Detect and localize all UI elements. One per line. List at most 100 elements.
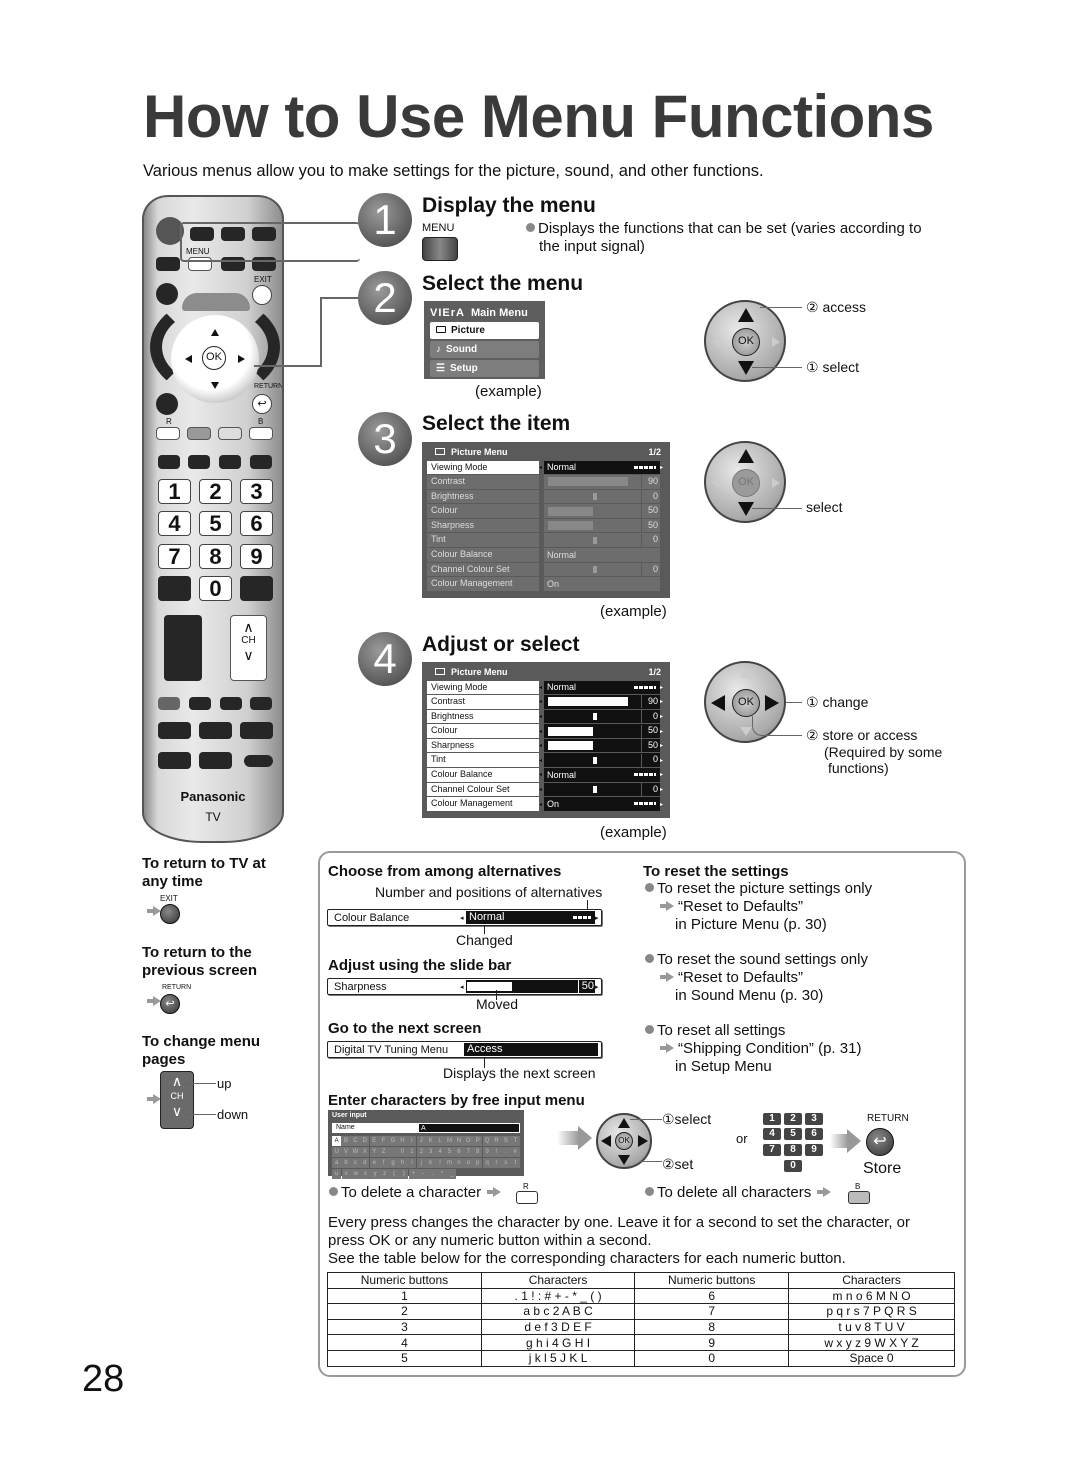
- keyboard-key[interactable]: z: [379, 1169, 390, 1179]
- keyboard-key[interactable]: 7: [463, 1147, 473, 1157]
- picture-menu-row[interactable]: Sharpness 50: [427, 518, 665, 533]
- keyboard-key[interactable]: m: [444, 1158, 455, 1168]
- keyboard-key[interactable]: g: [388, 1158, 398, 1168]
- right-arrow-icon[interactable]: [238, 355, 245, 363]
- keyboard-key[interactable]: #: [510, 1147, 520, 1157]
- left-arrow-icon[interactable]: [185, 355, 192, 363]
- keyboard-key[interactable]: r: [491, 1158, 502, 1168]
- number-key[interactable]: 4: [158, 511, 191, 536]
- keyboard-key[interactable]: q: [482, 1158, 492, 1168]
- keyboard-key[interactable]: 6: [454, 1147, 464, 1157]
- volume-button[interactable]: [164, 615, 202, 681]
- keyboard-key[interactable]: n: [454, 1158, 464, 1168]
- number-key[interactable]: 3: [240, 479, 273, 504]
- number-key[interactable]: 5: [199, 511, 232, 536]
- keyboard-key[interactable]: [388, 1147, 398, 1157]
- keyboard-key[interactable]: P: [473, 1136, 483, 1146]
- keyboard-key[interactable]: s: [501, 1158, 511, 1168]
- keyboard-key[interactable]: +: [408, 1169, 419, 1179]
- remote-button[interactable]: [250, 697, 272, 710]
- keyboard-key[interactable]: M: [444, 1136, 455, 1146]
- remote-button[interactable]: [240, 722, 273, 739]
- keyboard-key[interactable]: -: [418, 1169, 428, 1179]
- keyboard-key[interactable]: l: [435, 1158, 445, 1168]
- remote-dpad[interactable]: OK: [171, 315, 259, 403]
- keyboard-key[interactable]: k: [426, 1158, 436, 1168]
- keyboard-key[interactable]: X: [360, 1147, 370, 1157]
- number-key[interactable]: 8: [199, 544, 232, 569]
- down-arrow-icon[interactable]: [211, 382, 219, 389]
- keyboard-key[interactable]: U: [332, 1147, 342, 1157]
- remote-button[interactable]: [250, 455, 272, 469]
- keyboard-key[interactable]: :: [501, 1147, 511, 1157]
- picture-menu-row[interactable]: Colour ◂ 50 ▸: [427, 724, 665, 739]
- name-field[interactable]: Name A: [332, 1123, 520, 1133]
- keyboard-key[interactable]: W: [350, 1147, 361, 1157]
- picture-menu-row[interactable]: Contrast 90: [427, 475, 665, 490]
- keyboard-key[interactable]: ): [399, 1169, 409, 1179]
- remote-button[interactable]: [220, 697, 242, 710]
- remote-button[interactable]: [199, 752, 232, 769]
- remote-button[interactable]: [240, 576, 273, 601]
- picture-menu-row[interactable]: Colour Management ◂ On ▸: [427, 797, 665, 812]
- keyboard-key[interactable]: 9: [482, 1147, 492, 1157]
- remote-button[interactable]: [189, 697, 211, 710]
- remote-button[interactable]: [219, 455, 241, 469]
- keyboard-key[interactable]: *: [437, 1169, 447, 1179]
- remote-button[interactable]: [158, 752, 191, 769]
- keyboard-key[interactable]: !: [491, 1147, 502, 1157]
- number-key[interactable]: 1: [158, 479, 191, 504]
- remote-button[interactable]: [158, 722, 191, 739]
- keyboard-key[interactable]: x: [360, 1169, 371, 1179]
- keyboard-key[interactable]: d: [360, 1158, 370, 1168]
- keyboard-key[interactable]: _: [446, 1169, 457, 1179]
- keyboard-key[interactable]: 1: [407, 1147, 417, 1157]
- keyboard-key[interactable]: 2: [416, 1147, 426, 1157]
- keyboard-key[interactable]: b: [341, 1158, 351, 1168]
- main-menu-item-setup[interactable]: ☰ Setup: [430, 360, 539, 377]
- keyboard-key[interactable]: E: [369, 1136, 379, 1146]
- keyboard-key[interactable]: 4: [435, 1147, 445, 1157]
- keyboard-key[interactable]: (: [389, 1169, 399, 1179]
- keyboard-key[interactable]: w: [351, 1169, 361, 1179]
- keyboard-key[interactable]: D: [360, 1136, 370, 1146]
- keyboard-key[interactable]: u: [332, 1169, 342, 1179]
- keyboard-key[interactable]: V: [341, 1147, 351, 1157]
- keyboard-key[interactable]: B: [341, 1136, 351, 1146]
- picture-menu-row[interactable]: Viewing Mode ◂ Normal ▸: [427, 680, 665, 695]
- number-key[interactable]: 0: [199, 576, 232, 601]
- keyboard-key[interactable]: 8: [473, 1147, 483, 1157]
- keyboard-key[interactable]: i: [407, 1158, 417, 1168]
- keyboard-key[interactable]: .: [427, 1169, 438, 1179]
- up-arrow-icon[interactable]: [211, 329, 219, 336]
- keyboard-key[interactable]: J: [416, 1136, 426, 1146]
- keyboard-key[interactable]: H: [397, 1136, 408, 1146]
- keyboard-key[interactable]: 5: [444, 1147, 455, 1157]
- keyboard-key[interactable]: A: [332, 1136, 342, 1146]
- yellow-button[interactable]: [218, 427, 242, 440]
- keyboard-key[interactable]: e: [369, 1158, 379, 1168]
- green-button[interactable]: [187, 427, 211, 440]
- picture-menu-row[interactable]: Brightness 0: [427, 489, 665, 504]
- blue-button[interactable]: [249, 427, 273, 440]
- keyboard-key[interactable]: G: [388, 1136, 398, 1146]
- keyboard-key[interactable]: h: [397, 1158, 408, 1168]
- keyboard-key[interactable]: y: [370, 1169, 380, 1179]
- picture-menu-row[interactable]: Tint 0: [427, 533, 665, 548]
- keyboard-key[interactable]: c: [350, 1158, 361, 1168]
- keyboard-key[interactable]: N: [454, 1136, 464, 1146]
- remote-round-button[interactable]: [156, 283, 178, 305]
- picture-menu-row[interactable]: Colour Balance Normal: [427, 548, 665, 563]
- return-button[interactable]: ↩: [252, 394, 272, 414]
- keyboard-key[interactable]: 3: [426, 1147, 436, 1157]
- picture-menu-row[interactable]: Brightness ◂ 0 ▸: [427, 709, 665, 724]
- keyboard-key[interactable]: 0: [397, 1147, 408, 1157]
- keyboard-key[interactable]: Y: [369, 1147, 379, 1157]
- keyboard-key[interactable]: a: [332, 1158, 342, 1168]
- number-key[interactable]: 9: [240, 544, 273, 569]
- remote-button[interactable]: [158, 576, 191, 601]
- picture-menu-row[interactable]: Sharpness ◂ 50 ▸: [427, 738, 665, 753]
- keyboard-key[interactable]: f: [379, 1158, 389, 1168]
- remote-button[interactable]: [199, 722, 232, 739]
- remote-button[interactable]: [188, 455, 210, 469]
